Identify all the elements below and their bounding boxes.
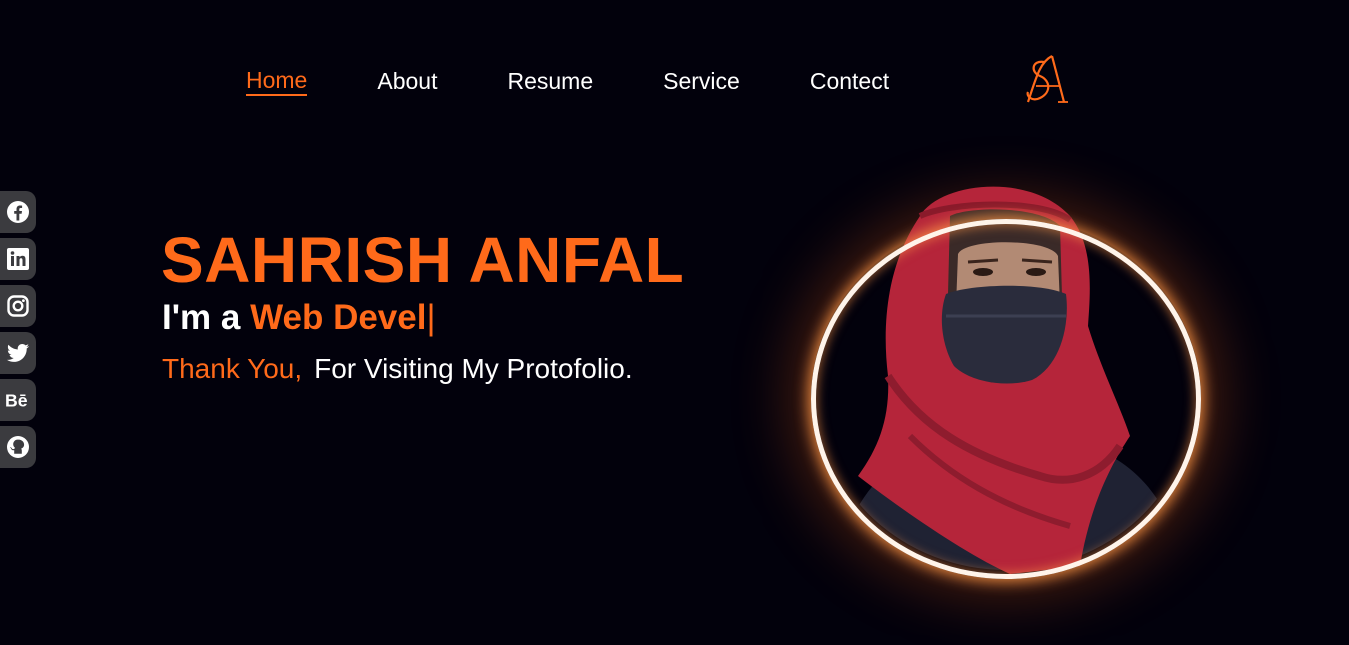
social-twitter[interactable]: [0, 332, 36, 374]
visiting-text: For Visiting My Protofolio.: [314, 353, 633, 384]
sa-monogram-logo-icon[interactable]: [1022, 52, 1068, 108]
thank-you-text: Thank You,: [162, 353, 303, 384]
hero-role: I'm a Web Devel|: [162, 298, 436, 338]
typing-cursor: |: [426, 298, 436, 337]
social-github[interactable]: [0, 426, 36, 468]
nav-service[interactable]: Service: [663, 67, 740, 95]
social-facebook[interactable]: [0, 191, 36, 233]
behance-icon: Bē: [5, 387, 31, 413]
portrait-ring: [811, 219, 1201, 579]
svg-text:Bē: Bē: [5, 391, 28, 411]
hero-name: SAHRISH ANFAL: [161, 224, 685, 296]
linkedin-icon: [5, 246, 31, 272]
nav-home[interactable]: Home: [246, 66, 308, 96]
social-linkedin[interactable]: [0, 238, 36, 280]
nav-about[interactable]: About: [377, 67, 437, 95]
portfolio-page: Home About Resume Service Contect Bē SAH…: [0, 0, 1349, 645]
role-prefix: I'm a: [162, 298, 251, 337]
twitter-icon: [5, 340, 31, 366]
facebook-icon: [5, 199, 31, 225]
social-instagram[interactable]: [0, 285, 36, 327]
nav-contect[interactable]: Contect: [810, 67, 889, 95]
profile-portrait: [770, 176, 1240, 606]
main-nav: Home About Resume Service Contect: [246, 66, 959, 96]
instagram-icon: [5, 293, 31, 319]
hero-tagline: Thank You, For Visiting My Protofolio.: [162, 352, 633, 386]
github-icon: [5, 434, 31, 460]
social-behance[interactable]: Bē: [0, 379, 36, 421]
nav-resume[interactable]: Resume: [507, 67, 593, 95]
role-typed-text: Web Devel: [250, 298, 427, 337]
social-sidebar: Bē: [0, 191, 36, 473]
